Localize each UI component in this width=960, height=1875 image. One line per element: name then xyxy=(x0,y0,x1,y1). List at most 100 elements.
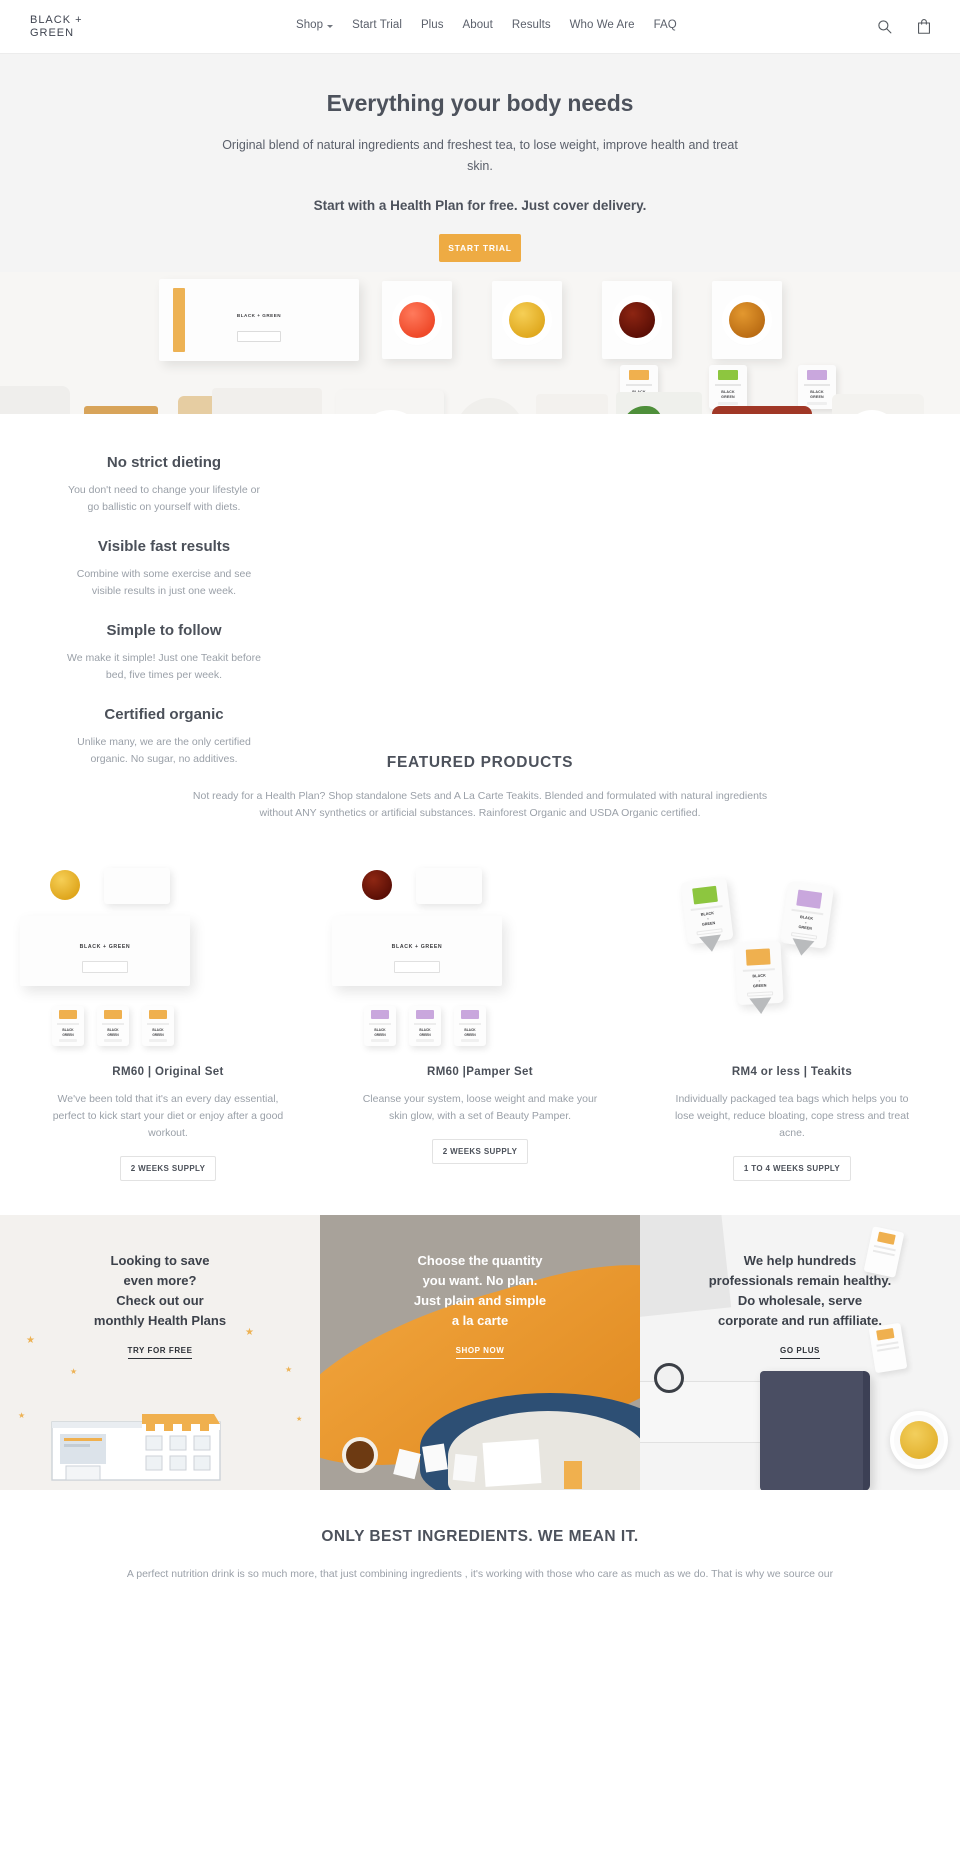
tea-cup-box-1 xyxy=(382,281,452,359)
nav-label: Start Trial xyxy=(352,19,402,31)
supply-tag-button[interactable]: 1 TO 4 WEEKS SUPPLY xyxy=(732,1156,852,1181)
nav-item-faq[interactable]: FAQ xyxy=(654,19,677,31)
sachet-name-top: BLACK xyxy=(464,1028,476,1032)
hero-product-photo: BLACK + GREEN BLACK GREEN BLACK GREEN xyxy=(0,272,960,414)
benefit-item: No strict dieting You don't need to chan… xyxy=(14,454,314,516)
benefit-text: Unlike many, we are the only certified o… xyxy=(77,736,251,765)
nav-item-results[interactable]: Results xyxy=(512,19,551,31)
hero-title: Everything your body needs xyxy=(326,90,634,116)
teakit-pouch: BLACK + GREEN xyxy=(779,881,835,958)
promo-section: ★ ★ ★ ★ ★ ★ Looking to save even more? C… xyxy=(0,1215,960,1490)
box-brand-label: BLACK + GREEN xyxy=(79,944,131,950)
sachet-name-top: BLACK xyxy=(107,1028,119,1032)
box-chip xyxy=(394,960,440,973)
nav-item-about[interactable]: About xyxy=(463,19,493,31)
promo-line: you want. No plan. xyxy=(422,1273,538,1288)
sachet-name-bottom: GREEN xyxy=(419,1032,431,1037)
promo-heading: Choose the quantity you want. No plan. J… xyxy=(320,1251,640,1331)
teakit-pouch: BLACK + GREEN xyxy=(680,877,734,954)
promo-text: Choose the quantity you want. No plan. J… xyxy=(320,1215,640,1359)
sachet-name-top: BLACK xyxy=(419,1028,431,1032)
product-description: We've been told that it's an every day e… xyxy=(52,1093,284,1139)
benefit-title: Simple to follow xyxy=(106,622,222,639)
start-trial-button[interactable]: START TRIAL xyxy=(439,234,521,262)
teakit-sachet: BLACK GREEN xyxy=(454,1006,486,1046)
promo-text: We help hundreds professionals remain he… xyxy=(640,1215,960,1359)
benefit-item: Certified organic Unlike many, we are th… xyxy=(14,706,314,768)
nav-label: Who We Are xyxy=(569,19,635,31)
nav-label: Plus xyxy=(420,19,444,31)
box-chip xyxy=(82,960,128,973)
site-header: BLACK + GREEN Shop Start Trial Plus Abou… xyxy=(0,0,960,54)
ingredients-section: ONLY BEST INGREDIENTS. WE MEAN IT. A per… xyxy=(0,1490,960,1583)
product-description: Individually packaged tea bags which hel… xyxy=(674,1093,910,1139)
benefit-title: No strict dieting xyxy=(106,454,222,471)
promo-a-la-carte[interactable]: Choose the quantity you want. No plan. J… xyxy=(320,1215,640,1490)
ingredients-flatlay xyxy=(0,376,960,414)
nav-label: About xyxy=(462,19,493,31)
featured-subtitle: Not ready for a Health Plan? Shop standa… xyxy=(192,790,768,819)
promo-heading: Looking to save even more? Check out our… xyxy=(0,1251,320,1331)
info-card-image xyxy=(104,868,170,904)
product-description: Cleanse your system, loose weight and ma… xyxy=(362,1093,598,1122)
teakit-pouch: BLACK + GREEN xyxy=(734,940,784,1015)
shopping-bag-icon[interactable] xyxy=(914,14,934,38)
sachet-name-top: BLACK xyxy=(152,1028,164,1032)
product-box-image: BLACK + GREEN xyxy=(20,916,190,986)
nav-item-start-trial[interactable]: Start Trial xyxy=(352,19,402,31)
product-image: BLACK + GREEN BLACK + GREEN BLACK + GREE xyxy=(636,858,948,1066)
nav-label: Shop xyxy=(296,19,324,31)
site-logo[interactable]: BLACK + GREEN xyxy=(30,14,82,40)
product-card[interactable]: BLACK + GREEN BLACK + GREEN BLACK + GREE xyxy=(636,858,948,1181)
promo-line: Check out our xyxy=(116,1293,204,1308)
tea-cup-box-4 xyxy=(712,281,782,359)
chevron-down-icon xyxy=(327,24,334,28)
box-chip xyxy=(237,331,281,342)
storefront-illustration xyxy=(51,1414,221,1481)
brand-line-2: GREEN xyxy=(30,27,75,39)
header-actions xyxy=(874,14,934,38)
supply-tag-button[interactable]: 2 WEEKS SUPPLY xyxy=(431,1139,529,1164)
teakit-sachet: BLACK GREEN xyxy=(409,1006,441,1046)
info-card-image xyxy=(416,868,482,904)
promo-line: a la carte xyxy=(451,1313,509,1328)
promo-health-plans[interactable]: ★ ★ ★ ★ ★ ★ Looking to save even more? C… xyxy=(0,1215,320,1490)
supply-tag-button[interactable]: 2 WEEKS SUPPLY xyxy=(119,1156,217,1181)
tea-cup-icon xyxy=(616,299,658,341)
teakit-sachet: BLACK GREEN xyxy=(364,1006,396,1046)
product-image: BLACK + GREEN BLACK GREEN BLACK GREEN BL… xyxy=(324,858,636,1066)
promo-line: Do wholesale, serve xyxy=(737,1293,863,1308)
product-card[interactable]: BLACK + GREEN BLACK GREEN BLACK GREEN BL… xyxy=(324,858,636,1181)
nav-item-shop[interactable]: Shop xyxy=(296,19,334,31)
benefit-title: Visible fast results xyxy=(97,538,231,555)
hero-subtitle: Original blend of natural ingredients an… xyxy=(222,138,738,173)
teakit-sachet: BLACK GREEN xyxy=(97,1006,129,1046)
sachet-name-bottom: GREEN xyxy=(62,1032,74,1037)
sachet-name-bottom: GREEN xyxy=(374,1032,386,1037)
promo-text: Looking to save even more? Check out our… xyxy=(0,1215,320,1359)
try-for-free-link[interactable]: TRY FOR FREE xyxy=(127,1346,193,1359)
tea-cup-box-2 xyxy=(492,281,562,359)
sachet-name-bottom: GREEN xyxy=(107,1032,119,1037)
search-icon[interactable] xyxy=(874,14,894,38)
nav-item-who-we-are[interactable]: Who We Are xyxy=(570,19,635,31)
coffee-cup-image xyxy=(890,1411,948,1469)
product-card[interactable]: BLACK + GREEN BLACK GREEN BLACK GREEN BL… xyxy=(12,858,324,1181)
hero-section: Everything your body needs Original blen… xyxy=(0,54,960,414)
product-name: RM60 | Original Set xyxy=(112,1066,224,1078)
tea-cup-icon xyxy=(362,870,392,900)
tea-cup-box-3 xyxy=(602,281,672,359)
product-name: RM60 |Pamper Set xyxy=(427,1066,533,1078)
go-plus-link[interactable]: GO PLUS xyxy=(780,1346,820,1359)
tea-cup-icon xyxy=(506,299,548,341)
sachet-name-bottom: GREEN xyxy=(464,1032,476,1037)
promo-plus[interactable]: We help hundreds professionals remain he… xyxy=(640,1215,960,1490)
box-accent-tab xyxy=(173,288,185,352)
promo-line: Looking to save xyxy=(110,1253,210,1268)
ingredients-title: ONLY BEST INGREDIENTS. WE MEAN IT. xyxy=(321,1528,639,1545)
nav-item-plus[interactable]: Plus xyxy=(421,19,444,31)
promo-line: Just plain and simple xyxy=(413,1293,547,1308)
tea-cup-icon xyxy=(726,299,768,341)
nav-label: FAQ xyxy=(653,19,677,31)
shop-now-link[interactable]: SHOP NOW xyxy=(455,1346,505,1359)
